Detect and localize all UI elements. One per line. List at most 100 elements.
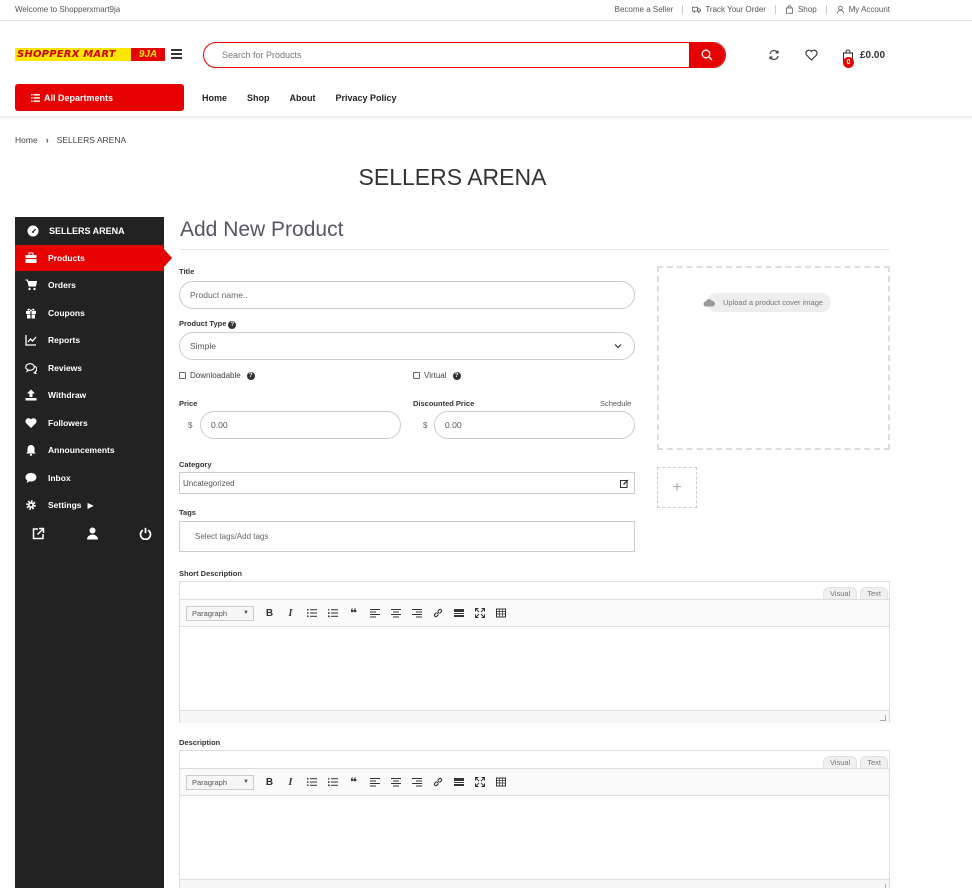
numbered-list-icon[interactable]	[324, 605, 341, 621]
breadcrumb-home[interactable]: Home	[15, 135, 38, 145]
bold-icon[interactable]: B	[261, 605, 278, 621]
format-select[interactable]: Paragraph ▼	[186, 774, 254, 790]
sidebar-header[interactable]: SELLERS ARENA	[15, 217, 164, 245]
sidebar-item-inbox[interactable]: Inbox	[15, 465, 164, 491]
chat-bubble-icon	[25, 472, 37, 483]
upload-cover-button[interactable]: Upload a product cover image	[707, 293, 832, 312]
price-input[interactable]: 0.00	[200, 411, 401, 439]
fullscreen-icon[interactable]	[471, 605, 488, 621]
power-logout-icon[interactable]	[139, 527, 152, 540]
tab-visual[interactable]: Visual	[822, 587, 858, 599]
cart-total[interactable]: £0.00	[860, 50, 885, 61]
product-type-label: Product Type?	[179, 319, 237, 329]
format-select[interactable]: Paragraph ▼	[186, 605, 254, 621]
downloadable-checkbox[interactable]: Downloadable?	[179, 371, 255, 380]
editor-toolbar: Paragraph ▼ B I ❝	[180, 768, 889, 796]
external-link-icon[interactable]	[32, 527, 45, 540]
track-order-link[interactable]: Track Your Order	[692, 5, 766, 14]
discounted-price-input[interactable]: 0.00	[434, 411, 635, 439]
product-type-select[interactable]: Simple	[179, 332, 635, 360]
discount-currency: $	[423, 421, 428, 430]
line-chart-icon	[25, 335, 37, 346]
italic-icon[interactable]: I	[282, 605, 299, 621]
tags-input[interactable]: Select tags/Add tags	[179, 521, 635, 552]
add-gallery-image-button[interactable]: +	[657, 467, 697, 508]
sidebar-item-withdraw[interactable]: Withdraw	[15, 382, 164, 408]
align-left-icon[interactable]	[366, 774, 383, 790]
sidebar-item-products[interactable]: Products	[15, 245, 172, 271]
sidebar-item-coupons[interactable]: Coupons	[15, 300, 164, 326]
bullet-list-icon[interactable]	[303, 605, 320, 621]
wishlist-heart-icon[interactable]	[802, 46, 820, 64]
seller-sidebar: SELLERS ARENA Products Orders Coupons Re…	[15, 217, 172, 888]
align-right-icon[interactable]	[408, 605, 425, 621]
link-icon[interactable]	[429, 774, 446, 790]
link-icon[interactable]	[429, 605, 446, 621]
align-center-icon[interactable]	[387, 774, 404, 790]
toolbar-toggle-icon[interactable]	[492, 605, 509, 621]
short-description-textarea[interactable]	[180, 627, 889, 711]
nav-home[interactable]: Home	[202, 93, 227, 103]
chevron-right-icon: ›	[45, 135, 49, 145]
editor-statusbar	[180, 879, 889, 888]
sidebar-item-settings[interactable]: Settings ▶	[15, 492, 164, 518]
become-seller-link[interactable]: Become a Seller	[615, 5, 674, 14]
sidebar-item-reviews[interactable]: Reviews	[15, 355, 164, 381]
hamburger-menu-icon[interactable]	[171, 49, 182, 59]
search-input[interactable]	[204, 43, 690, 67]
align-center-icon[interactable]	[387, 605, 404, 621]
edit-icon[interactable]	[620, 479, 629, 488]
tab-text[interactable]: Text	[860, 756, 888, 768]
nav-about[interactable]: About	[290, 93, 316, 103]
comments-icon	[25, 363, 37, 374]
cart-icon[interactable]: 0	[839, 46, 857, 68]
sidebar-item-reports[interactable]: Reports	[15, 327, 164, 353]
blockquote-icon[interactable]: ❝	[345, 605, 362, 621]
help-icon: ?	[246, 371, 255, 380]
welcome-text: Welcome to Shopperxmart9ja	[15, 5, 121, 14]
my-account-link[interactable]: My Account	[836, 5, 890, 14]
nav-shop[interactable]: Shop	[247, 93, 270, 103]
product-title-input[interactable]: Product name..	[179, 281, 635, 309]
shop-link[interactable]: Shop	[785, 5, 817, 14]
all-departments-button[interactable]: All Departments	[15, 84, 184, 111]
resize-handle-icon[interactable]	[880, 715, 886, 721]
resize-handle-icon[interactable]	[880, 884, 886, 888]
tags-label: Tags	[179, 508, 196, 517]
sidebar-item-announcements[interactable]: Announcements	[15, 437, 164, 463]
site-logo[interactable]: SHOPPERX MART 9JA	[15, 48, 165, 62]
schedule-link[interactable]: Schedule	[600, 399, 631, 408]
nav-privacy-policy[interactable]: Privacy Policy	[336, 93, 397, 103]
read-more-icon[interactable]	[450, 605, 467, 621]
numbered-list-icon[interactable]	[324, 774, 341, 790]
italic-icon[interactable]: I	[282, 774, 299, 790]
category-select[interactable]: Uncategorized	[179, 472, 635, 494]
editor-mode-tabs: Visual Text	[822, 756, 888, 768]
user-icon	[836, 5, 844, 14]
title-label: Title	[179, 267, 195, 276]
align-right-icon[interactable]	[408, 774, 425, 790]
search-button[interactable]	[689, 43, 725, 67]
main-nav: Home Shop About Privacy Policy	[202, 93, 417, 103]
profile-user-icon[interactable]	[86, 527, 99, 540]
bold-icon[interactable]: B	[261, 774, 278, 790]
category-label: Category	[179, 460, 212, 469]
align-left-icon[interactable]	[366, 605, 383, 621]
sidebar-item-followers[interactable]: Followers	[15, 410, 164, 436]
compare-icon[interactable]	[765, 46, 783, 64]
read-more-icon[interactable]	[450, 774, 467, 790]
description-textarea[interactable]	[180, 796, 889, 880]
breadcrumb-current: SELLERS ARENA	[56, 135, 127, 145]
toolbar-toggle-icon[interactable]	[492, 774, 509, 790]
virtual-checkbox[interactable]: Virtual?	[413, 371, 461, 380]
cover-image-dropzone[interactable]: Upload a product cover image	[657, 266, 890, 450]
blockquote-icon[interactable]: ❝	[345, 774, 362, 790]
list-icon	[31, 93, 40, 102]
tab-text[interactable]: Text	[860, 587, 888, 599]
fullscreen-icon[interactable]	[471, 774, 488, 790]
bullet-list-icon[interactable]	[303, 774, 320, 790]
form-heading: Add New Product	[180, 218, 344, 241]
sidebar-item-orders[interactable]: Orders	[15, 272, 164, 298]
breadcrumb: Home › SELLERS ARENA	[15, 135, 126, 145]
tab-visual[interactable]: Visual	[822, 756, 858, 768]
